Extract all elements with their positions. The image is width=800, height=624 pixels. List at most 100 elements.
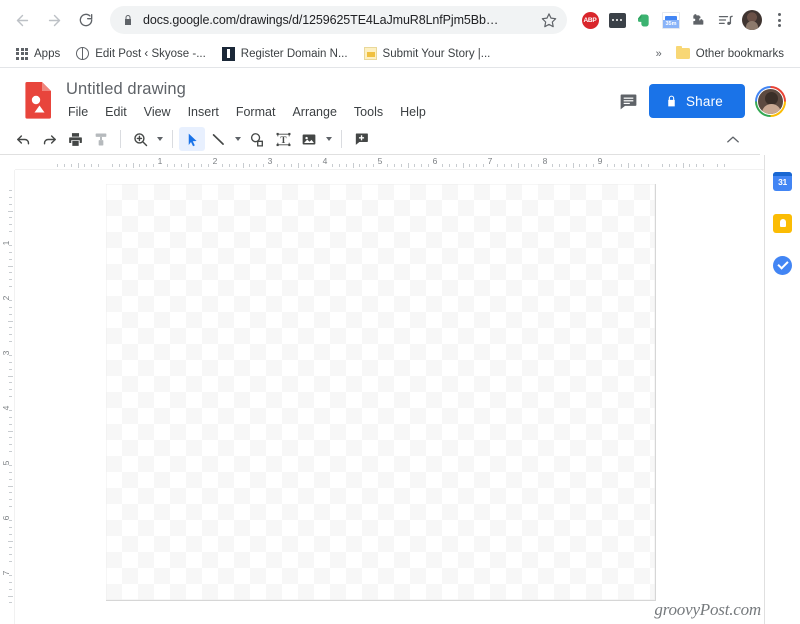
keep-bulb-icon (773, 213, 792, 233)
kebab-menu-icon (777, 13, 781, 27)
redo-icon (43, 134, 56, 144)
toolbar-right-group (716, 132, 750, 147)
horizontal-ruler[interactable]: 1 2 3 4 5 6 7 8 9 (15, 155, 765, 170)
ruler-tick-label: 3 (267, 156, 273, 166)
apps-shortcut[interactable]: Apps (8, 46, 68, 62)
side-panel-google-keep[interactable] (773, 213, 793, 233)
abp-icon: ABP (581, 11, 599, 29)
profile-avatar-button[interactable] (739, 6, 765, 34)
back-button[interactable] (8, 6, 36, 34)
horizontal-ruler-track: 1 2 3 4 5 6 7 8 9 (56, 155, 765, 169)
forward-button[interactable] (40, 6, 68, 34)
dots-extension-icon (608, 12, 626, 28)
drawing-toolbar: T (0, 124, 760, 155)
calendar-day-label: 31 (778, 177, 787, 187)
ruler-tick-label: 9 (597, 156, 603, 166)
toolbar-divider (120, 130, 121, 148)
vertical-ruler-track: 1 2 3 4 5 6 7 (0, 183, 14, 624)
toolbar-divider (341, 130, 342, 148)
ruler-corner (0, 155, 15, 170)
star-icon[interactable] (541, 12, 557, 28)
zoom-dropdown-caret[interactable] (153, 127, 166, 151)
canvas-scroll-region[interactable]: groovyPost.com (15, 170, 765, 624)
undo-icon (16, 134, 29, 144)
ruler-tick-label: 7 (487, 156, 493, 166)
paint-format-button[interactable] (88, 127, 114, 151)
header-actions: Share (618, 76, 786, 118)
bookmark-item-submit-story[interactable]: Submit Your Story |... (356, 45, 499, 62)
bookmark-item-edit-post[interactable]: Edit Post ‹ Skyose -... (68, 45, 214, 62)
menu-edit[interactable]: Edit (103, 102, 129, 122)
drawing-canvas[interactable] (106, 184, 656, 601)
evernote-extension[interactable] (631, 6, 657, 34)
ruler-tick-label: 5 (1, 460, 11, 466)
adblock-plus-extension[interactable]: ABP (577, 6, 603, 34)
svg-text:T: T (280, 135, 286, 145)
vertical-ruler[interactable]: 1 2 3 4 5 6 7 (0, 170, 15, 624)
ruler-row: 1 2 3 4 5 6 7 8 9 (0, 155, 800, 170)
dots-extension[interactable] (604, 6, 630, 34)
print-button[interactable] (62, 127, 88, 151)
menu-help[interactable]: Help (398, 102, 428, 122)
share-button[interactable]: Share (648, 84, 745, 118)
image-dropdown-caret[interactable] (322, 127, 335, 151)
ruler-tick-label: 3 (1, 350, 11, 356)
apps-label: Apps (34, 47, 61, 60)
media-list-extension[interactable] (712, 6, 738, 34)
line-tool-button[interactable] (205, 127, 231, 151)
reload-button[interactable] (72, 6, 100, 34)
google-drawings-logo[interactable] (24, 81, 54, 119)
bookmark-label: Edit Post ‹ Skyose -... (95, 47, 206, 60)
folder-icon (675, 45, 690, 59)
select-tool-button[interactable] (179, 127, 205, 151)
ruler-tick-label: 6 (1, 515, 11, 521)
tasks-check-icon (773, 255, 792, 275)
bookmark-label: Register Domain N... (240, 47, 348, 60)
text-box-button[interactable]: T (270, 127, 296, 151)
canvas-area: 1 2 3 4 5 6 7 groovyPost.com (0, 170, 800, 624)
share-label: Share (685, 93, 723, 109)
comment-history-button[interactable] (618, 91, 639, 112)
insert-image-button[interactable] (296, 127, 322, 151)
ruler-tick-label: 2 (1, 295, 11, 301)
yellow-note-icon (363, 47, 377, 60)
side-panel-google-calendar[interactable]: 31 (773, 171, 793, 191)
add-comment-button[interactable] (348, 127, 374, 151)
collapse-toolbar-button[interactable] (716, 132, 750, 147)
redo-button[interactable] (36, 127, 62, 151)
menu-arrange[interactable]: Arrange (290, 102, 338, 122)
zoom-button[interactable] (127, 127, 153, 151)
shape-tool-button[interactable] (244, 127, 270, 151)
ruler-tick-label: 1 (157, 156, 163, 166)
address-bar[interactable]: docs.google.com/drawings/d/1259625TE4LaJ… (110, 6, 567, 34)
ruler-tick-label: 5 (377, 156, 383, 166)
ruler-tick-label: 2 (212, 156, 218, 166)
menu-format[interactable]: Format (234, 102, 278, 122)
other-bookmarks-folder[interactable]: Other bookmarks (668, 45, 792, 62)
bookmark-item-register-domain[interactable]: Register Domain N... (214, 45, 356, 63)
other-bookmarks-label: Other bookmarks (695, 47, 784, 60)
line-dropdown-caret[interactable] (231, 127, 244, 151)
title-and-menus: Untitled drawing File Edit View Insert F… (66, 76, 618, 122)
page-title[interactable]: Untitled drawing (66, 78, 618, 100)
avatar (742, 10, 762, 30)
chrome-menu-button[interactable] (766, 6, 792, 34)
menu-view[interactable]: View (142, 102, 173, 122)
menu-tools[interactable]: Tools (352, 102, 385, 122)
menu-insert[interactable]: Insert (186, 102, 221, 122)
avatar (757, 87, 784, 115)
paint-format-icon (95, 133, 107, 145)
calendar-icon: 31 (773, 171, 792, 191)
timer-extension[interactable]: 35m (658, 6, 684, 34)
menu-file[interactable]: File (66, 102, 90, 122)
undo-button[interactable] (10, 127, 36, 151)
bookmarks-overflow-button[interactable]: » (650, 48, 668, 60)
work-area: 1 2 3 4 5 6 7 8 9 1 2 3 4 5 6 7 groovyPost.com 31 (0, 155, 800, 624)
extensions-menu-button[interactable] (685, 6, 711, 34)
editor-column: 1 2 3 4 5 6 7 8 9 1 2 3 4 5 6 7 groovyPost.com (0, 155, 800, 624)
ruler-tick-label: 4 (322, 156, 328, 166)
browser-window: docs.google.com/drawings/d/1259625TE4LaJ… (0, 0, 800, 624)
side-panel-google-tasks[interactable] (773, 255, 793, 275)
account-avatar-button[interactable] (755, 85, 786, 117)
lock-icon (668, 95, 675, 107)
